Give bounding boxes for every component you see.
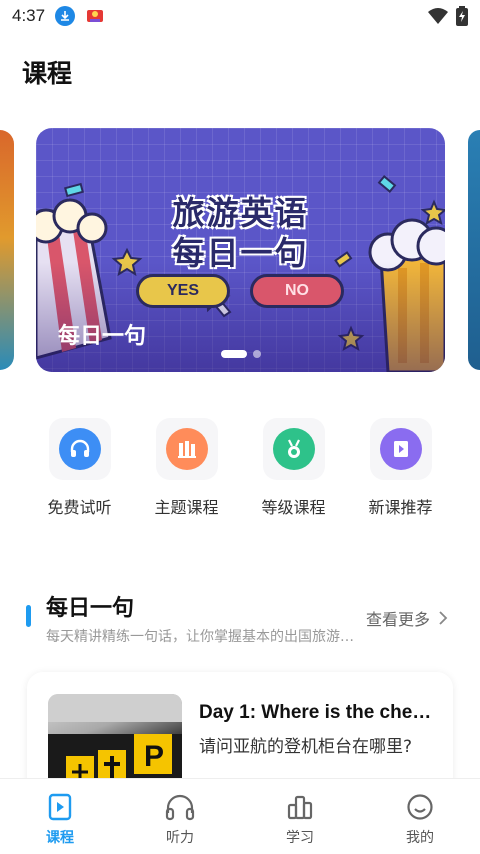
category-free-trial[interactable]: 免费试听	[26, 418, 133, 518]
page-title: 课程	[22, 59, 73, 88]
view-more-label: 查看更多	[365, 610, 430, 629]
category-icon-box	[369, 418, 432, 480]
headphones-outline-icon	[165, 794, 195, 821]
next-banner-peek[interactable]	[468, 130, 480, 370]
category-label: 免费试听	[47, 498, 112, 517]
banner-slide[interactable]: 旅游英语 每日一句 YES NO 每日一句	[36, 128, 445, 372]
section-subtitle: 每天精讲精练一句话，让你掌握基本的出国旅游英语	[46, 629, 356, 645]
section-title: 每日一句	[46, 596, 135, 621]
study-blocks-icon	[287, 795, 313, 820]
nav-tab-study[interactable]: 学习	[240, 779, 360, 854]
prev-banner-peek[interactable]	[0, 130, 14, 370]
nav-tab-courses[interactable]: 课程	[0, 779, 120, 854]
headphones-icon	[58, 428, 101, 470]
download-notification-icon	[55, 6, 76, 26]
bottom-nav: 课程 听力 学习 我的	[0, 778, 480, 854]
category-label: 新课推荐	[368, 498, 433, 517]
svg-text:P: P	[144, 740, 164, 773]
nav-tab-label: 学习	[286, 830, 314, 846]
view-more-link[interactable]: 查看更多	[366, 606, 448, 630]
wifi-icon	[428, 7, 448, 29]
status-bar: 4:37	[0, 0, 480, 32]
carousel-dot	[252, 350, 261, 358]
course-play-icon	[48, 793, 72, 821]
app-notification-icon	[85, 6, 106, 26]
category-theme-courses[interactable]: 主题课程	[133, 418, 240, 518]
lesson-title: Day 1: Where is the check-in counter?	[199, 702, 435, 723]
nav-tab-label: 我的	[406, 830, 434, 846]
category-level-courses[interactable]: 等级课程	[240, 418, 347, 518]
video-book-icon	[379, 428, 422, 470]
banner-carousel[interactable]: 旅游英语 每日一句 YES NO 每日一句	[0, 128, 480, 372]
carousel-indicator	[36, 350, 445, 358]
banner-title-line2: 每日一句	[172, 234, 309, 272]
nav-tab-label: 课程	[46, 830, 74, 846]
category-icon-box	[262, 418, 325, 480]
section-accent-bar	[26, 605, 31, 627]
nav-tab-profile[interactable]: 我的	[360, 779, 480, 854]
category-label: 等级课程	[261, 498, 326, 517]
category-label: 主题课程	[154, 498, 219, 517]
carousel-dot-active	[220, 350, 247, 358]
battery-icon	[456, 6, 468, 30]
smiley-icon	[407, 794, 433, 820]
books-icon	[165, 428, 208, 470]
status-time: 4:37	[12, 6, 46, 25]
category-icon-box	[48, 418, 111, 480]
lesson-description: 请问亚航的登机柜台在哪里?	[199, 737, 413, 757]
nav-tab-listening[interactable]: 听力	[120, 779, 240, 854]
status-indicators	[428, 6, 468, 30]
category-grid: 免费试听 主题课程 等级课程 新课推荐	[26, 418, 454, 518]
banner-caption: 每日一句	[58, 324, 147, 349]
nav-tab-label: 听力	[166, 830, 194, 846]
banner-yes-graphic: YES	[136, 274, 230, 308]
chevron-right-icon	[439, 611, 448, 625]
category-new-courses[interactable]: 新课推荐	[347, 418, 454, 518]
category-icon-box	[155, 418, 218, 480]
medal-icon	[272, 428, 315, 470]
banner-no-graphic: NO	[250, 274, 344, 308]
